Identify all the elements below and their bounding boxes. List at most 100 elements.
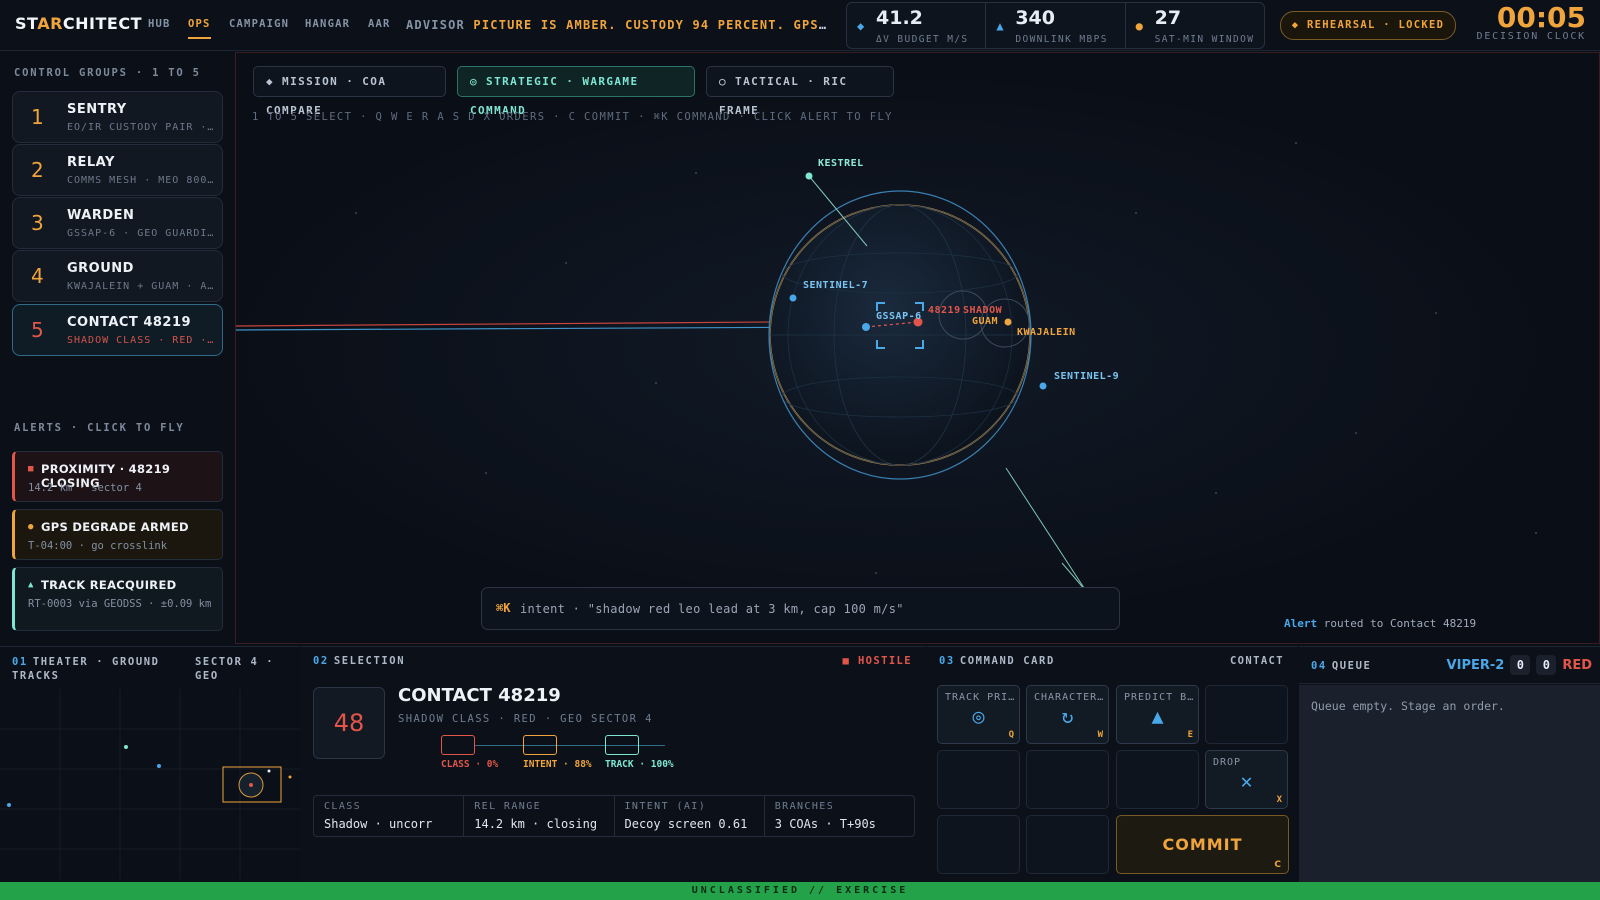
nav-hub[interactable]: HUB xyxy=(148,18,171,30)
logo-text: ST xyxy=(15,14,38,33)
fact-branches: BRANCHES 3 COAs · T+90s xyxy=(765,796,914,836)
target-icon: ◎ xyxy=(972,704,985,728)
strategic-map-view[interactable]: KESTREL SENTINEL-7 GSSAP-6 48219 SHADOW … xyxy=(235,52,1600,644)
track-priority-button[interactable]: TRACK PRIORITY ◎ Q xyxy=(937,685,1020,744)
nav-hangar[interactable]: HANGAR xyxy=(305,18,350,30)
commit-label: COMMIT xyxy=(1162,835,1243,854)
rehearsal-lock-badge[interactable]: ◆ REHEARSAL · LOCKED xyxy=(1280,11,1456,40)
queue-header-bar: 04 QUEUE VIPER-2 0 0 RED xyxy=(1299,647,1600,684)
panel-title: QUEUE xyxy=(1331,660,1372,672)
shadow-label: SHADOW xyxy=(963,305,1003,316)
control-groups-title: CONTROL GROUPS · 1 TO 5 xyxy=(14,67,201,79)
advisor-message: PICTURE IS AMBER. CUSTODY 94 PERCENT. GP… xyxy=(473,18,831,32)
routing-prefix: Alert xyxy=(1284,617,1318,630)
fact-value: Decoy screen 0.61 xyxy=(624,817,748,831)
group-sub: GSSAP-6 · GEO GUARDIAN xyxy=(67,228,217,239)
logo[interactable]: STARCHITECT xyxy=(15,14,142,33)
group-sub: KWAJALEIN + GUAM · ANTENNAS xyxy=(67,281,217,292)
sentinel-9-marker[interactable] xyxy=(1039,382,1047,390)
diamond-icon: ◆ xyxy=(857,19,865,33)
triangle-icon: ▲ xyxy=(28,580,34,590)
contact-facts: CLASS Shadow · uncorr REL RANGE 14.2 km · … xyxy=(313,795,915,837)
command-key-icon: ⌘K xyxy=(496,601,511,615)
step-intent xyxy=(523,735,557,755)
empty-command-slot xyxy=(1026,815,1109,874)
classification-stepper: CLASS · 0% INTENT · 88% TRACK · 100% xyxy=(441,735,701,775)
group-number: 3 xyxy=(31,211,44,235)
keyboard-hints: 1 TO 5 SELECT · Q W E R A S D X ORDERS ·… xyxy=(252,111,893,123)
panel-number: 04 xyxy=(1311,660,1327,672)
fact-value: 3 COAs · T+90s xyxy=(774,817,876,831)
group-sub: SHADOW CLASS · RED · GEO xyxy=(67,335,217,346)
callsign: VIPER-2 xyxy=(1446,657,1505,673)
gssap-6-marker[interactable] xyxy=(862,323,870,331)
selection-header: 02 SELECTION xyxy=(313,655,405,667)
sentinel-9-label: SENTINEL-9 xyxy=(1054,371,1119,382)
command-card-header: 03 COMMAND CARD xyxy=(939,655,1055,667)
group-name: WARDEN xyxy=(67,208,135,223)
group-number: 2 xyxy=(31,158,44,182)
theater-minimap[interactable] xyxy=(0,689,300,879)
group-name: CONTACT 48219 xyxy=(67,315,192,330)
alert-proximity[interactable]: ■ PROXIMITY · 48219 CLOSING 14.2 km · se… xyxy=(12,451,223,502)
advisor-label: ADVISOR xyxy=(406,18,465,32)
panel-title: SELECTION xyxy=(333,655,406,667)
group-name: GROUND xyxy=(67,261,134,276)
fact-class: CLASS Shadow · uncorr xyxy=(314,796,465,836)
alert-track-reacquired[interactable]: ▲ TRACK REACQUIRED RT-0003 via GEODSS · … xyxy=(12,567,223,631)
globe-canvas[interactable]: KESTREL SENTINEL-7 GSSAP-6 48219 SHADOW … xyxy=(236,53,1600,644)
advisor-ticker: ADVISOR PICTURE IS AMBER. CUSTODY 94 PER… xyxy=(406,18,831,32)
control-group-1[interactable]: 1 SENTRY EO/IR CUSTODY PAIR · LEO xyxy=(12,91,223,143)
logo-text-rest: CHITECT xyxy=(62,14,142,33)
group-name: RELAY xyxy=(67,155,115,170)
top-bar: STARCHITECT HUB OPS CAMPAIGN HANGAR AAR … xyxy=(0,0,1600,51)
tab-tactical-ric[interactable]: ○ TACTICAL · RIC FRAME xyxy=(706,66,894,117)
queue-panel: 04 QUEUE VIPER-2 0 0 RED Queue empty. Sta… xyxy=(1299,646,1600,883)
refresh-icon: ↻ xyxy=(1061,704,1074,728)
nav-aar[interactable]: AAR xyxy=(368,18,391,30)
empty-command-slot xyxy=(1026,750,1109,809)
commit-button[interactable]: COMMIT C xyxy=(1116,815,1289,874)
queue-status: VIPER-2 0 0 RED xyxy=(1447,655,1592,675)
control-group-3[interactable]: 3 WARDEN GSSAP-6 · GEO GUARDIAN xyxy=(12,197,223,249)
queue-header: 04 QUEUE xyxy=(1311,660,1371,672)
metric-value: 340 xyxy=(1015,7,1055,29)
theater-sector: SECTOR 4 · GEO xyxy=(195,656,275,682)
panel-title: THEATER · GROUND TRACKS xyxy=(12,656,160,682)
metric-caption: DOWNLINK MBPS xyxy=(1015,34,1108,45)
tab-mission-coa[interactable]: ◆ MISSION · COA COMPARE xyxy=(253,66,446,117)
characterize-button[interactable]: CHARACTERIZE ↻ W xyxy=(1026,685,1109,744)
gssap-6-label: GSSAP-6 xyxy=(876,311,922,322)
classification-banner: UNCLASSIFIED // EXERCISE xyxy=(0,882,1600,900)
sentinel-7-marker[interactable] xyxy=(789,294,797,302)
control-group-2[interactable]: 2 RELAY COMMS MESH · MEO 8000 KM xyxy=(12,144,223,196)
alert-gps-degrade[interactable]: ● GPS DEGRADE ARMED T-04:00 · go crossli… xyxy=(12,509,223,560)
command-card-panel: 03 COMMAND CARD CONTACT TRACK PRIORITY ◎ … xyxy=(927,646,1298,882)
kestrel-marker[interactable] xyxy=(805,172,813,180)
empty-command-slot xyxy=(937,750,1020,809)
fact-header: CLASS xyxy=(324,801,362,812)
sentinel-7-label: SENTINEL-7 xyxy=(803,280,868,291)
panel-title: COMMAND CARD xyxy=(959,655,1055,667)
queue-list[interactable]: Queue empty. Stage an order. xyxy=(1299,685,1600,883)
step-track-label: TRACK · 100% xyxy=(605,759,674,770)
control-group-4[interactable]: 4 GROUND KWAJALEIN + GUAM · ANTENNAS xyxy=(12,250,223,302)
queue-count-b: 0 xyxy=(1536,655,1557,675)
group-number: 4 xyxy=(31,264,44,288)
alerts-title: ALERTS · CLICK TO FLY xyxy=(14,422,185,434)
nav-ops[interactable]: OPS xyxy=(188,18,211,39)
command-input[interactable]: ⌘K intent · "shadow red leo lead at 3 km… xyxy=(481,587,1120,630)
lower-tether xyxy=(1005,467,1087,592)
empty-command-slot xyxy=(1205,685,1288,744)
tab-strategic-wargame[interactable]: ◎ STRATEGIC · WARGAME COMMAND xyxy=(457,66,695,117)
drop-button[interactable]: DROP ✕ X xyxy=(1205,750,1288,809)
nav-campaign[interactable]: CAMPAIGN xyxy=(229,18,289,30)
circle-icon: ● xyxy=(28,522,34,532)
command-card-target: CONTACT xyxy=(1229,655,1284,667)
step-track xyxy=(605,735,639,755)
predict-branch-button[interactable]: PREDICT BRANCH ▲ E xyxy=(1116,685,1199,744)
command-placeholder: intent · "shadow red leo lead at 3 km, c… xyxy=(520,602,904,616)
control-group-5[interactable]: 5 CONTACT 48219 SHADOW CLASS · RED · GEO xyxy=(12,304,223,356)
kwajalein-marker[interactable] xyxy=(1004,318,1012,326)
routing-text: routed to Contact 48219 xyxy=(1323,617,1477,630)
